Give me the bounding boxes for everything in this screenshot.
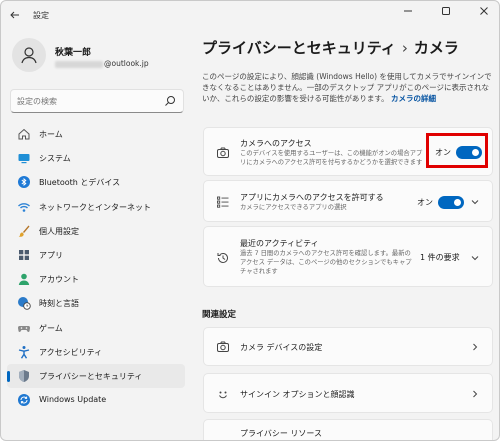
- sidebar-item-system[interactable]: システム: [7, 146, 185, 170]
- recent-activity-count: 1 件の要求: [420, 253, 460, 262]
- sidebar-item-label: 時刻と言語: [39, 299, 79, 309]
- chevron-right-icon: [473, 343, 478, 351]
- sidebar-item-label: ゲーム: [39, 323, 63, 333]
- sidebar-item-personalization[interactable]: 個人用設定: [7, 219, 185, 243]
- learn-more-link[interactable]: カメラの詳細: [391, 94, 436, 103]
- system-icon: [18, 154, 30, 164]
- shield-icon: [19, 369, 29, 382]
- search-icon[interactable]: [164, 95, 176, 107]
- face-icon: [219, 391, 227, 399]
- sidebar-item-windows-update[interactable]: Windows Update: [7, 388, 185, 412]
- sidebar-item-accessibility[interactable]: アクセシビリティ: [7, 340, 185, 364]
- camera-icon: [217, 341, 229, 352]
- chevron-down-icon[interactable]: [470, 197, 480, 207]
- accessibility-icon: [18, 345, 30, 359]
- wifi-icon: [18, 202, 30, 212]
- back-arrow-icon[interactable]: [9, 9, 23, 23]
- sidebar-item-time-language[interactable]: 時刻と言語: [7, 291, 185, 315]
- list-icon: [217, 196, 229, 208]
- page-description: このページの設定により、顔認識 (Windows Hello) を使用してカメラ…: [202, 71, 492, 104]
- highlight-box: [426, 133, 488, 168]
- user-email-suffix: @outlook.jp: [104, 59, 149, 68]
- gamepad-icon: [17, 325, 31, 332]
- breadcrumb: プライバシーとセキュリティ › カメラ: [202, 37, 459, 58]
- sidebar-item-gaming[interactable]: ゲーム: [7, 316, 185, 340]
- sidebar-item-label: 個人用設定: [39, 226, 79, 236]
- app-access-toggle[interactable]: [438, 196, 464, 209]
- settings-window: 設定 秋葉一郎 @outlook.jp ホーム: [0, 0, 500, 441]
- camera-access-title: カメラへのアクセス: [240, 139, 312, 148]
- home-icon: [18, 128, 30, 140]
- sidebar-item-label: アクセシビリティ: [39, 347, 103, 357]
- app-access-state: オン: [417, 198, 433, 207]
- user-icon: [21, 47, 37, 64]
- app-access-title: アプリにカメラへのアクセスを許可する: [240, 193, 384, 202]
- sidebar-item-label: プライバシーとセキュリティ: [39, 371, 143, 381]
- sidebar-item-label: ホーム: [39, 130, 63, 139]
- recent-activity-title: 最近のアクティビティ: [240, 239, 319, 248]
- sidebar-nav: ホーム システム Bluetooth とデバイス ネットワークとインターネット: [7, 122, 185, 412]
- breadcrumb-separator: ›: [401, 39, 408, 57]
- sidebar-item-bluetooth[interactable]: Bluetooth とデバイス: [7, 170, 185, 194]
- user-email: @outlook.jp: [55, 59, 149, 68]
- sidebar-item-label: アカウント: [39, 275, 79, 285]
- chevron-down-icon[interactable]: [470, 253, 480, 263]
- description-text: このページの設定により、顔認識 (Windows Hello) を使用してカメラ…: [202, 72, 492, 103]
- history-icon: [217, 252, 228, 263]
- update-icon: [18, 394, 30, 407]
- sidebar-item-label: アプリ: [39, 250, 63, 260]
- avatar[interactable]: [12, 38, 46, 72]
- chevron-right-icon: [473, 390, 478, 398]
- sidebar-item-privacy-security[interactable]: プライバシーとセキュリティ: [7, 363, 185, 389]
- account-icon: [18, 273, 30, 286]
- related-item-privacy-resources[interactable]: プライバシー リソース: [203, 419, 493, 440]
- title-bar: 設定: [1, 1, 499, 31]
- breadcrumb-parent[interactable]: プライバシーとセキュリティ: [202, 39, 396, 57]
- related-settings-title: 関連設定: [202, 310, 237, 320]
- email-redaction: [55, 60, 103, 68]
- camera-icon: [217, 147, 229, 158]
- minimize-icon[interactable]: [397, 5, 419, 23]
- bluetooth-icon: [18, 176, 30, 189]
- related-item-sign-in[interactable]: サインイン オプションと顔認識: [203, 373, 493, 413]
- apps-icon: [19, 249, 29, 260]
- app-access-card[interactable]: アプリにカメラへのアクセスを許可する カメラにアクセスできるアプリの選択 オン: [203, 180, 493, 222]
- sidebar-item-apps[interactable]: アプリ: [7, 243, 185, 267]
- search-box[interactable]: [10, 89, 184, 113]
- close-icon[interactable]: [473, 5, 495, 23]
- sidebar-item-label: ネットワークとインターネット: [39, 202, 151, 212]
- sidebar-item-label: システム: [39, 154, 71, 164]
- brush-icon: [18, 225, 30, 237]
- recent-activity-subtitle: 過去 7 日間のカメラへのアクセス許可を確認します。最新のアクセス データは、こ…: [240, 250, 412, 275]
- related-item-label: プライバシー リソース: [240, 429, 322, 438]
- related-item-label: サインイン オプションと顔認識: [240, 390, 355, 399]
- sidebar-item-label: Bluetooth とデバイス: [39, 178, 121, 188]
- related-item-camera-devices[interactable]: カメラ デバイスの設定: [203, 327, 493, 366]
- window-title: 設定: [33, 11, 49, 20]
- page-title: カメラ: [413, 39, 459, 57]
- user-name: 秋葉一郎: [55, 48, 92, 58]
- globe-clock-icon: [18, 297, 31, 311]
- sidebar-item-home[interactable]: ホーム: [7, 122, 185, 146]
- sidebar-item-label: Windows Update: [39, 395, 107, 405]
- related-item-label: カメラ デバイスの設定: [240, 343, 323, 352]
- sidebar-item-accounts[interactable]: アカウント: [7, 267, 185, 291]
- maximize-icon[interactable]: [435, 5, 457, 23]
- camera-access-subtitle: このデバイスを使用するユーザーは、この機能がオンの場合アプリにカメラへのアクセス…: [240, 150, 423, 166]
- app-access-subtitle: カメラにアクセスできるアプリの選択: [240, 204, 347, 211]
- sidebar-item-network[interactable]: ネットワークとインターネット: [7, 195, 185, 219]
- recent-activity-card[interactable]: 最近のアクティビティ 過去 7 日間のカメラへのアクセス許可を確認します。最新の…: [203, 226, 493, 287]
- search-input[interactable]: [17, 93, 157, 109]
